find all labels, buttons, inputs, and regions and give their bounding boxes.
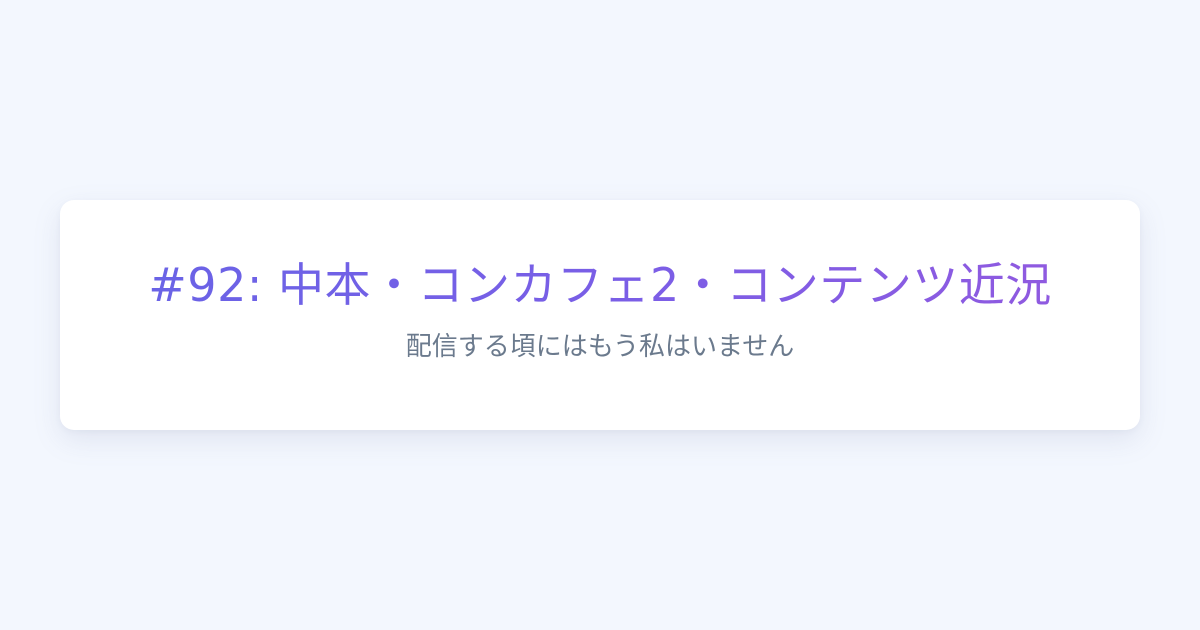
episode-card: #92: 中本・コンカフェ2・コンテンツ近況 配信する頃にはもう私はいません xyxy=(60,200,1140,430)
episode-subtitle: 配信する頃にはもう私はいません xyxy=(405,332,795,362)
episode-title: #92: 中本・コンカフェ2・コンテンツ近況 xyxy=(148,253,1051,317)
